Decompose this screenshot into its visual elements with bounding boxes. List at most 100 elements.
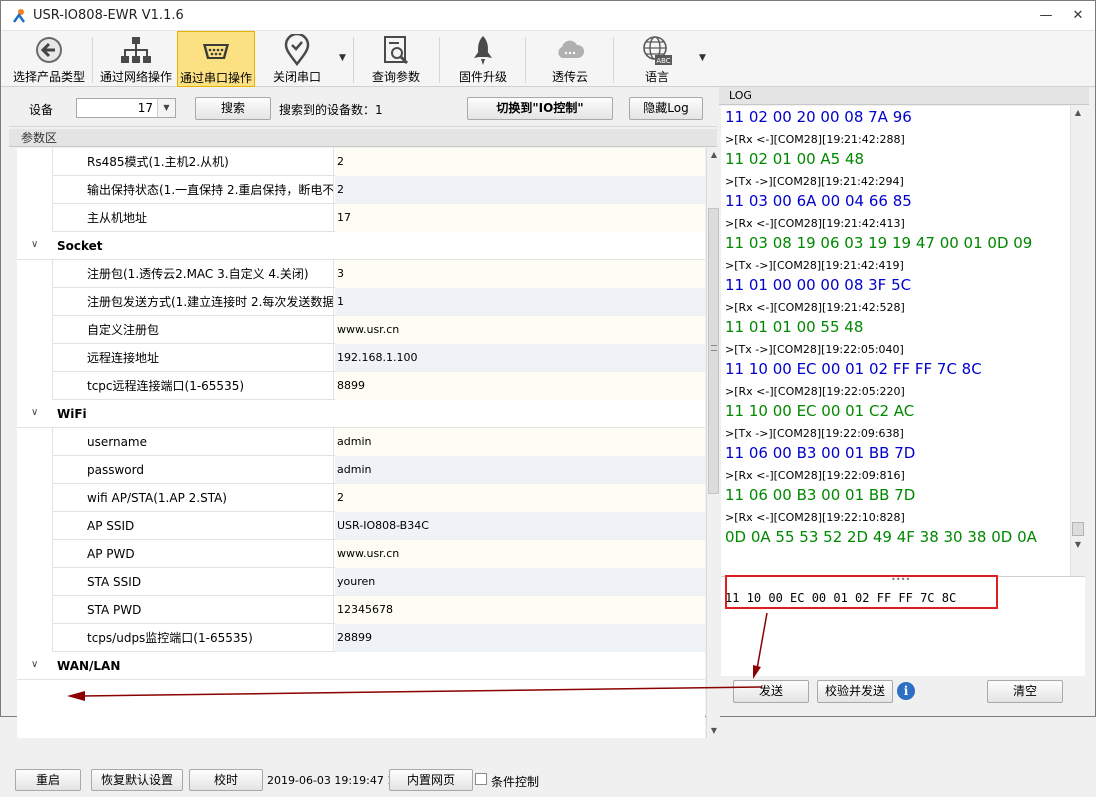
switch-io-control-button[interactable]: 切换到"IO控制" — [467, 97, 613, 120]
log-data: 11 02 01 00 A5 48 — [725, 150, 865, 168]
location-pin-icon — [284, 34, 310, 66]
scroll-thumb[interactable] — [708, 208, 719, 494]
log-header: LOG — [719, 87, 1089, 105]
param-key: wifi AP/STA(1.AP 2.STA) — [53, 484, 334, 512]
param-value[interactable]: www.usr.cn — [335, 316, 705, 344]
param-category[interactable]: ∨ WAN/LAN — [17, 652, 705, 680]
param-key: username — [53, 428, 334, 456]
param-value[interactable]: 2 — [335, 484, 705, 512]
log-scrollbar[interactable]: ▲ ▼ — [1070, 106, 1085, 656]
check-and-send-button[interactable]: 校验并发送 — [817, 680, 893, 703]
param-row: AP SSID USR-IO808-B34C — [17, 512, 705, 540]
send-button[interactable]: 发送 — [733, 680, 809, 703]
param-row: 自定义注册包 www.usr.cn — [17, 316, 705, 344]
info-icon[interactable]: i — [897, 682, 915, 700]
toolbar-select-product[interactable]: 选择产品类型 — [9, 31, 89, 87]
param-value[interactable]: 1 — [335, 288, 705, 316]
param-value[interactable]: 12345678 — [335, 596, 705, 624]
chevron-down-icon[interactable]: ▼ — [699, 53, 706, 63]
param-key: 主从机地址 — [53, 204, 334, 232]
svg-text:ABC: ABC — [656, 57, 670, 65]
toolbar-network-operate[interactable]: 通过网络操作 — [95, 31, 177, 87]
param-row: 主从机地址 17 — [17, 204, 705, 232]
log-data: 11 01 00 00 00 08 3F 5C — [725, 276, 912, 294]
log-data: 11 06 00 B3 00 01 BB 7D — [725, 486, 916, 504]
category-title: Socket — [57, 239, 103, 253]
params-grid: Rs485模式(1.主机2.从机) 2 输出保持状态(1.一直保持 2.重启保持，断… — [17, 148, 705, 738]
toolbar-label: 透传云 — [551, 70, 588, 84]
param-value[interactable]: 192.168.1.100 — [335, 344, 705, 372]
globe-abc-icon: ABC — [643, 36, 672, 65]
bottom-bar: 重启 恢复默认设置 校时 2019-06-03 19:19:47 1 内置网页 … — [9, 767, 725, 797]
category-title: WiFi — [57, 407, 87, 421]
param-category[interactable]: ∨ Socket — [17, 232, 705, 260]
param-row: username admin — [17, 428, 705, 456]
param-key: STA PWD — [53, 596, 334, 624]
title-bar: USR-IO808-EWR V1.1.6 — ✕ — [1, 1, 1095, 31]
toolbar-firmware-upgrade[interactable]: 固件升级 — [445, 31, 521, 87]
log-meta: >[Rx <-][COM28][19:22:10:828] — [725, 511, 905, 524]
log-view[interactable]: 11 02 00 20 00 08 7A 96 >[Rx <-][COM28][1… — [721, 106, 1085, 656]
param-key: STA SSID — [53, 568, 334, 596]
toolbar-transparent-cloud[interactable]: 透传云 — [531, 31, 609, 87]
toolbar-close-serial[interactable]: 关闭串口 — [259, 31, 335, 87]
param-key: 输出保持状态(1.一直保持 2.重启保持，断电不 — [53, 176, 334, 204]
param-value[interactable]: youren — [335, 568, 705, 596]
chevron-down-icon[interactable]: ∨ — [31, 407, 38, 418]
toolbar-label: 固件升级 — [458, 70, 507, 84]
hide-log-button[interactable]: 隐藏Log — [629, 97, 703, 120]
param-row: 注册包(1.透传云2.MAC 3.自定义 4.关闭) 3 — [17, 260, 705, 288]
param-value[interactable]: 2 — [335, 148, 705, 176]
builtin-webpage-button[interactable]: 内置网页 — [389, 769, 473, 791]
rocket-icon — [474, 36, 492, 65]
restore-defaults-button[interactable]: 恢复默认设置 — [91, 769, 183, 791]
param-row: STA PWD 12345678 — [17, 596, 705, 624]
clear-button[interactable]: 清空 — [987, 680, 1063, 703]
log-meta: >[Rx <-][COM28][19:21:42:413] — [725, 217, 905, 230]
param-value[interactable]: 17 — [335, 204, 705, 232]
log-data: 11 06 00 B3 00 01 BB 7D — [725, 444, 916, 462]
minimize-button[interactable]: — — [1035, 7, 1057, 25]
search-button[interactable]: 搜索 — [195, 97, 271, 120]
param-key: Rs485模式(1.主机2.从机) — [53, 148, 334, 176]
restart-button[interactable]: 重启 — [15, 769, 81, 791]
window-title: USR-IO808-EWR V1.1.6 — [33, 8, 184, 23]
param-category[interactable]: ∨ WiFi — [17, 400, 705, 428]
query-doc-icon — [384, 36, 409, 65]
param-key: 远程连接地址 — [53, 344, 334, 372]
condition-control-checkbox[interactable] — [475, 773, 487, 785]
param-value[interactable]: 2 — [335, 176, 705, 204]
log-meta: >[Rx <-][COM28][19:21:42:528] — [725, 301, 905, 314]
param-value[interactable]: admin — [335, 456, 705, 484]
param-row: 远程连接地址 192.168.1.100 — [17, 344, 705, 372]
sync-time-button[interactable]: 校时 — [189, 769, 263, 791]
params-scrollbar[interactable]: ▲ ▼ — [706, 148, 720, 738]
chevron-down-icon[interactable]: ▼ — [339, 53, 346, 63]
param-value[interactable]: 8899 — [335, 372, 705, 400]
config-panel: 设备 17 ▼ 搜索 搜索到的设备数：1 切换到"IO控制" 隐藏Log 参数区… — [9, 89, 720, 791]
close-button[interactable]: ✕ — [1067, 7, 1089, 25]
device-count-label: 搜索到的设备数：1 — [279, 103, 383, 117]
param-value[interactable]: 28899 — [335, 624, 705, 652]
chevron-down-icon[interactable]: ∨ — [31, 659, 38, 670]
toolbar-language[interactable]: ABC 语言 — [619, 31, 695, 87]
toolbar-query-params[interactable]: 查询参数 — [357, 31, 435, 87]
scroll-thumb[interactable] — [1072, 522, 1084, 536]
param-value[interactable]: www.usr.cn — [335, 540, 705, 568]
network-icon — [121, 37, 151, 63]
back-arrow-icon — [36, 37, 62, 63]
toolbar-label: 关闭串口 — [272, 70, 321, 84]
param-value[interactable]: 3 — [335, 260, 705, 288]
param-value[interactable]: USR-IO808-B34C — [335, 512, 705, 540]
toolbar-serial-operate[interactable]: 通过串口操作 — [177, 31, 255, 87]
chevron-down-icon[interactable]: ▼ — [157, 99, 175, 117]
category-title: WAN/LAN — [57, 659, 121, 673]
device-select[interactable]: 17 ▼ — [76, 98, 176, 118]
serial-port-icon — [203, 44, 229, 59]
log-data: 11 02 00 20 00 08 7A 96 — [725, 108, 912, 126]
main-toolbar: 选择产品类型 通过网络操作 通过串口操作 关闭串口 ▼ 查询参数 固件升级 透传… — [1, 31, 1095, 87]
log-data: 11 03 08 19 06 03 19 19 47 00 01 0D 09 — [725, 234, 1033, 252]
param-key: AP SSID — [53, 512, 334, 540]
chevron-down-icon[interactable]: ∨ — [31, 239, 38, 250]
param-value[interactable]: admin — [335, 428, 705, 456]
